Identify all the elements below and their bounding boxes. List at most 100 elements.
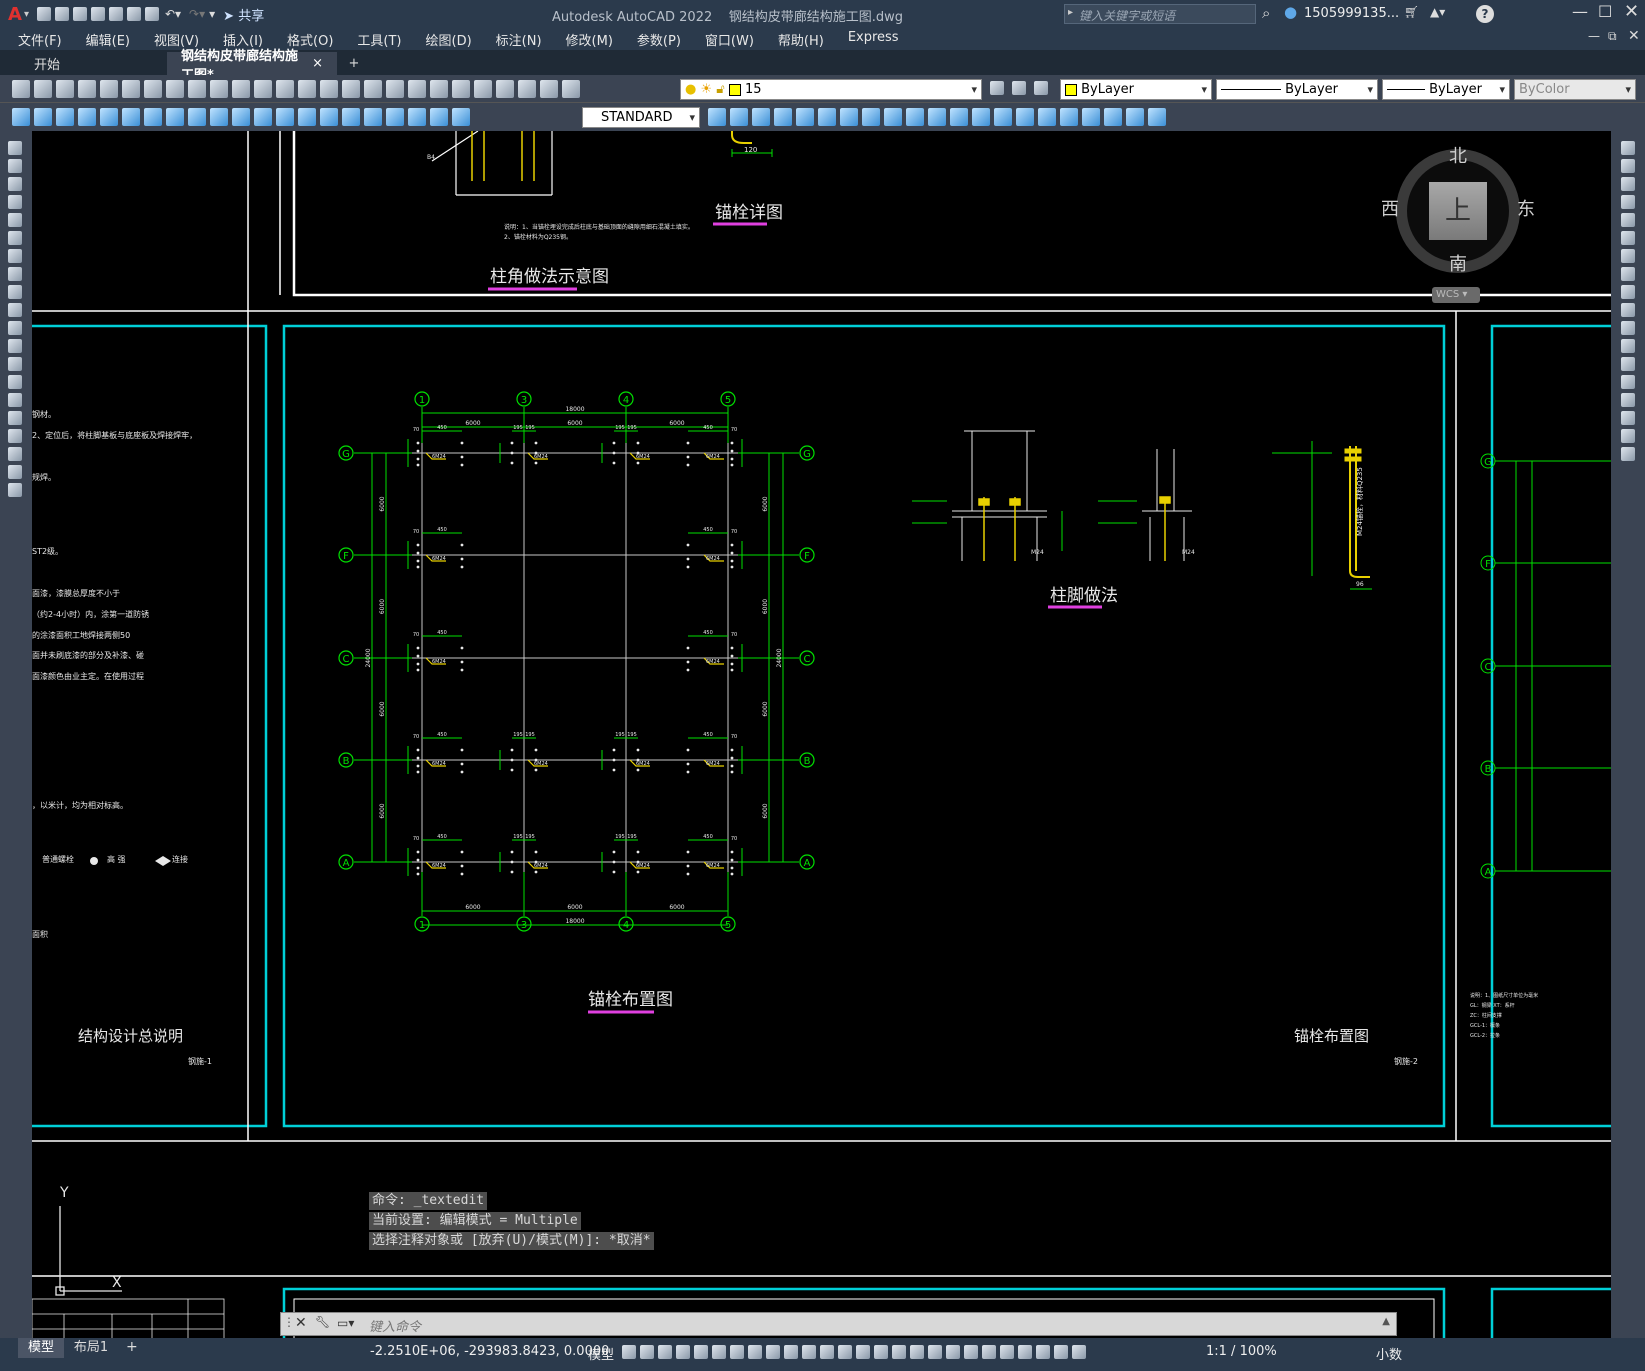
torus-icon[interactable] [818,108,836,126]
lineweight-dropdown[interactable]: ByLayer [1382,79,1510,100]
layer-manager-icon[interactable] [562,80,580,98]
menu-item[interactable]: 修改(M) [554,30,625,49]
search-input[interactable]: 键入关键字或短语 [1079,7,1175,24]
maximize-icon[interactable]: ☐ [1598,2,1612,21]
doc-minimize-icon[interactable]: — [1588,29,1600,43]
command-line-grip-icon[interactable]: ⋮ [283,1315,295,1329]
plot-icon[interactable] [78,80,96,98]
blend-curves-icon[interactable] [1621,429,1635,443]
rectangle-icon[interactable] [8,213,22,227]
gradient-icon[interactable] [8,411,22,425]
user-name[interactable]: 1505999135... [1304,6,1399,21]
sweep-icon[interactable] [950,108,968,126]
planar-surface-icon[interactable] [884,108,902,126]
osnap-icon[interactable] [748,1344,762,1359]
snap-icon[interactable] [640,1344,654,1359]
ellipse-arc-icon[interactable] [8,321,22,335]
command-input[interactable]: 键入命令 [369,1316,421,1335]
fillet-icon[interactable] [1621,411,1635,425]
region-icon[interactable] [8,429,22,443]
dynamic-ucs-icon[interactable] [838,1344,852,1359]
dim-edit-icon[interactable] [386,108,404,126]
selection-cycling-icon[interactable] [802,1344,816,1359]
command-line-wrench-icon[interactable]: 🔧︎ [315,1315,330,1329]
quick-dim-icon[interactable] [188,108,206,126]
menu-item[interactable]: 工具(T) [345,30,413,49]
paste-icon[interactable] [210,80,228,98]
plot-icon[interactable] [144,7,159,21]
ortho-icon[interactable] [676,1344,690,1359]
autodesk-a360-icon[interactable]: ▲▾ [1430,5,1445,19]
break-icon[interactable] [1621,357,1635,371]
menu-item[interactable]: Express [836,30,911,49]
menu-item[interactable]: 窗口(W) [693,30,766,49]
add-selected-icon[interactable] [8,483,22,497]
tab-model[interactable]: 模型 [18,1338,64,1358]
grid-icon[interactable] [622,1344,636,1359]
interfere-icon[interactable] [1082,108,1100,126]
color-dropdown[interactable]: ByLayer [1060,79,1212,100]
radius-dim-icon[interactable] [100,108,118,126]
stretch-icon[interactable] [1621,285,1635,299]
make-block-icon[interactable] [8,357,22,371]
command-line-prompt-icon[interactable]: ▭▾ [337,1316,354,1330]
ordinate-dim-icon[interactable] [78,108,96,126]
plotstyle-dropdown[interactable]: ByColor [1514,79,1636,100]
revision-cloud-icon[interactable] [8,267,22,281]
revolve-icon[interactable] [972,108,990,126]
tab-layout1[interactable]: 布局1 [66,1338,116,1358]
quick-properties-icon[interactable] [982,1344,996,1359]
search-box[interactable]: ▸ 键入关键字或短语 [1064,4,1256,24]
helix-icon[interactable] [862,108,880,126]
minimize-icon[interactable]: — [1572,2,1588,21]
break-at-point-icon[interactable] [1621,339,1635,353]
menu-item[interactable]: 帮助(H) [766,30,836,49]
zoom-realtime-icon[interactable] [342,80,360,98]
explode-icon[interactable] [1621,447,1635,461]
tab-start[interactable]: 开始 [20,52,165,75]
extend-icon[interactable] [1621,321,1635,335]
trim-icon[interactable] [1621,303,1635,317]
erase-icon[interactable] [1621,141,1635,155]
share-button[interactable]: ➤ 共享 [223,5,264,24]
redo-icon[interactable]: ↷▾ [189,7,205,21]
menu-item[interactable]: 文件(F) [6,30,74,49]
line-icon[interactable] [8,141,22,155]
units-icon[interactable] [964,1344,978,1359]
linetype-dropdown[interactable]: ByLayer [1216,79,1378,100]
pyramid-icon[interactable] [840,108,858,126]
markup-icon[interactable] [496,80,514,98]
continue-dim-icon[interactable] [232,108,250,126]
sheet-set-icon[interactable] [474,80,492,98]
dim-space-icon[interactable] [254,108,272,126]
linear-dim-icon[interactable] [12,108,30,126]
jogged-dim-icon[interactable] [122,108,140,126]
menu-item[interactable]: 编辑(E) [74,30,142,49]
command-line-scroll-icon[interactable]: ▲ [1382,1316,1390,1327]
lock-ui-icon[interactable] [1000,1344,1014,1359]
inspection-icon[interactable] [342,108,360,126]
design-center-icon[interactable] [430,80,448,98]
layer-previous-icon[interactable] [1012,81,1026,95]
gizmo-icon[interactable] [874,1344,888,1359]
workspace-icon[interactable] [928,1344,942,1359]
rotate-icon[interactable] [1621,249,1635,263]
open-folder-icon[interactable] [54,7,69,21]
coordinates-display[interactable]: -2.2510E+06, -293983.8423, 0.0000 [370,1344,609,1359]
diameter-dim-icon[interactable] [144,108,162,126]
compass-west[interactable]: 西 [1381,195,1399,221]
mirror-icon[interactable] [1621,177,1635,191]
close-icon[interactable]: ✕ [1624,1,1639,22]
add-layout-button[interactable]: + [126,1339,138,1355]
search-icon[interactable]: ⌕ [1262,4,1270,22]
customize-qat-icon[interactable]: ▾ [209,7,215,21]
scale-icon[interactable] [1621,267,1635,281]
ellipse-icon[interactable] [8,303,22,317]
chamfer-icon[interactable] [1621,393,1635,407]
open-web-icon[interactable] [108,7,123,21]
sphere-icon[interactable] [774,108,792,126]
array-icon[interactable] [1621,213,1635,227]
polygon-icon[interactable] [8,195,22,209]
join-icon[interactable] [1621,375,1635,389]
wcs-dropdown[interactable]: WCS ▾ [1432,287,1480,303]
